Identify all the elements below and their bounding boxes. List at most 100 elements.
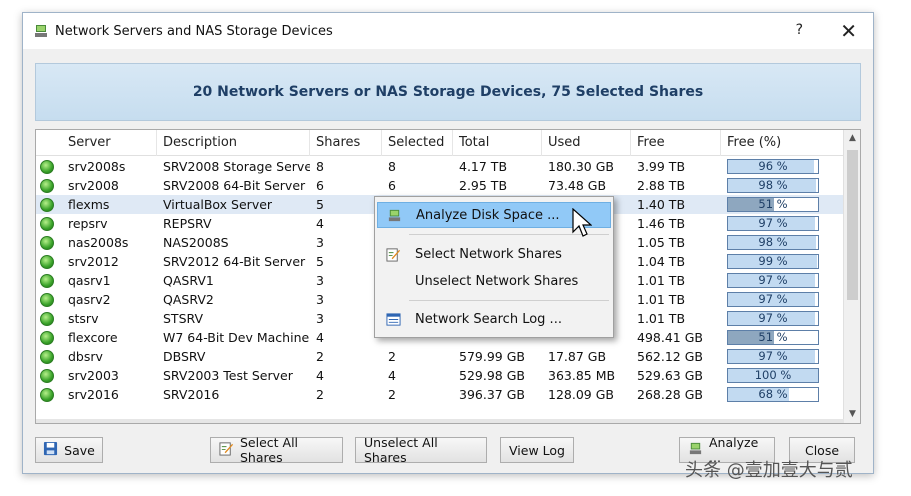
free-space-bar-label: 68 % [758, 387, 788, 401]
checklist-pencil-icon [383, 247, 403, 262]
status-ok-icon [40, 273, 54, 288]
select-all-shares-label: Select All Shares [240, 435, 299, 465]
help-button[interactable]: ? [796, 22, 803, 38]
column-header-server[interactable]: Server [62, 130, 157, 156]
free-cell: 1.01 TB [637, 292, 686, 307]
free-cell: 1.40 TB [637, 197, 686, 212]
free-cell: 3.99 TB [637, 159, 686, 174]
free-space-bar: 97 % [727, 273, 819, 288]
watermark: 头条 @壹加壹大与贰 [685, 460, 853, 481]
scroll-down-icon[interactable]: ▼ [844, 406, 860, 423]
free-space-bar-label: 97 % [758, 311, 788, 325]
network-server-icon [384, 208, 404, 223]
free-space-bar-label: 97 % [758, 216, 788, 230]
vertical-scrollbar[interactable]: ▲ ▼ [843, 130, 860, 423]
table-row[interactable]: srv2008 SRV2008 64-Bit Server 6 6 2.95 TB 73.… [36, 176, 844, 195]
server-cell: srv2003 [68, 368, 119, 383]
status-ok-icon [40, 368, 54, 383]
free-space-bar-label: 51 % [758, 330, 788, 344]
table-row[interactable]: srv2008s SRV2008 Storage Server 8 8 4.17 TB 1… [36, 157, 844, 176]
used-cell: 73.48 GB [548, 178, 607, 193]
server-cell: repsrv [68, 216, 108, 231]
free-cell: 529.63 GB [637, 368, 703, 383]
menu-item-network-search-log[interactable]: Network Search Log ... [377, 306, 611, 332]
status-ok-icon [40, 387, 54, 402]
free-pct-cell: 97 % [721, 347, 844, 366]
server-cell: flexcore [68, 330, 118, 345]
save-button[interactable]: Save [35, 437, 103, 463]
shares-cell: 3 [316, 311, 324, 326]
status-cell [36, 309, 62, 328]
column-header-free[interactable]: Free [631, 130, 721, 156]
log-table-icon [383, 312, 403, 327]
horizontal-scrollbar[interactable] [36, 419, 844, 423]
status-cell [36, 176, 62, 195]
column-header-shares[interactable]: Shares [310, 130, 382, 156]
free-space-bar-label: 97 % [758, 292, 788, 306]
shares-cell: 8 [316, 159, 324, 174]
status-cell [36, 347, 62, 366]
free-pct-cell: 97 % [721, 271, 844, 290]
title-bar[interactable]: Network Servers and NAS Storage Devices … [23, 13, 873, 49]
description-cell: QASRV1 [163, 273, 214, 288]
free-cell: 1.05 TB [637, 235, 686, 250]
column-header-selected[interactable]: Selected [382, 130, 453, 156]
close-window-button[interactable]: ✕ [840, 19, 857, 43]
column-header-used[interactable]: Used [542, 130, 631, 156]
header-icon-column [36, 130, 62, 156]
free-pct-cell: 99 % [721, 252, 844, 271]
free-pct-cell: 97 % [721, 214, 844, 233]
status-ok-icon [40, 159, 54, 174]
menu-label: Select Network Shares [415, 246, 562, 262]
status-ok-icon [40, 216, 54, 231]
free-pct-cell: 51 % [721, 328, 844, 347]
menu-label: Analyze Disk Space ... [416, 207, 560, 223]
scroll-thumb[interactable] [847, 150, 858, 300]
free-space-bar-label: 98 % [758, 235, 788, 249]
table-row[interactable]: dbsrv DBSRV 2 2 579.99 GB 17.87 GB 562.12 GB 97… [36, 347, 844, 366]
status-ok-icon [40, 197, 54, 212]
free-cell: 1.04 TB [637, 254, 686, 269]
unselect-all-shares-button[interactable]: Unselect All Shares [355, 435, 487, 465]
server-cell: srv2008s [68, 159, 126, 174]
server-cell: dbsrv [68, 349, 103, 364]
free-cell: 562.12 GB [637, 349, 703, 364]
description-cell: STSRV [163, 311, 204, 326]
column-header-description[interactable]: Description [157, 130, 310, 156]
table-row[interactable]: srv2003 SRV2003 Test Server 4 4 529.98 GB 363… [36, 366, 844, 385]
shares-cell: 4 [316, 216, 324, 231]
free-space-bar: 99 % [727, 254, 819, 269]
free-pct-cell: 97 % [721, 309, 844, 328]
free-pct-cell: 51 % [721, 195, 844, 214]
free-cell: 1.46 TB [637, 216, 686, 231]
scroll-up-icon[interactable]: ▲ [844, 130, 860, 147]
free-pct-cell: 97 % [721, 290, 844, 309]
view-log-label: View Log [509, 442, 565, 458]
shares-cell: 4 [316, 368, 324, 383]
used-cell: 17.87 GB [548, 349, 607, 364]
select-all-shares-button[interactable]: Select All Shares [210, 435, 343, 465]
checklist-pencil-icon [219, 441, 234, 459]
selected-cell: 2 [388, 387, 396, 402]
table-row[interactable]: srv2016 SRV2016 2 2 396.37 GB 128.09 GB 268.28… [36, 385, 844, 404]
view-log-button[interactable]: View Log [500, 437, 574, 463]
description-cell: REPSRV [163, 216, 212, 231]
column-header-total[interactable]: Total [453, 130, 542, 156]
used-cell: 180.30 GB [548, 159, 614, 174]
menu-item-select-network-shares[interactable]: Select Network Shares [377, 241, 611, 267]
description-cell: DBSRV [163, 349, 206, 364]
description-cell: QASRV2 [163, 292, 214, 307]
menu-separator [409, 300, 609, 301]
free-pct-cell: 96 % [721, 157, 844, 176]
status-cell [36, 195, 62, 214]
status-cell [36, 385, 62, 404]
window-title: Network Servers and NAS Storage Devices [55, 23, 333, 39]
column-header-free-pct[interactable]: Free (%) [721, 130, 844, 156]
status-ok-icon [40, 311, 54, 326]
free-pct-cell: 98 % [721, 176, 844, 195]
menu-item-unselect-network-shares[interactable]: Unselect Network Shares [377, 268, 611, 294]
status-cell [36, 366, 62, 385]
status-ok-icon [40, 235, 54, 250]
free-space-bar-label: 99 % [758, 254, 788, 268]
free-space-bar: 97 % [727, 216, 819, 231]
